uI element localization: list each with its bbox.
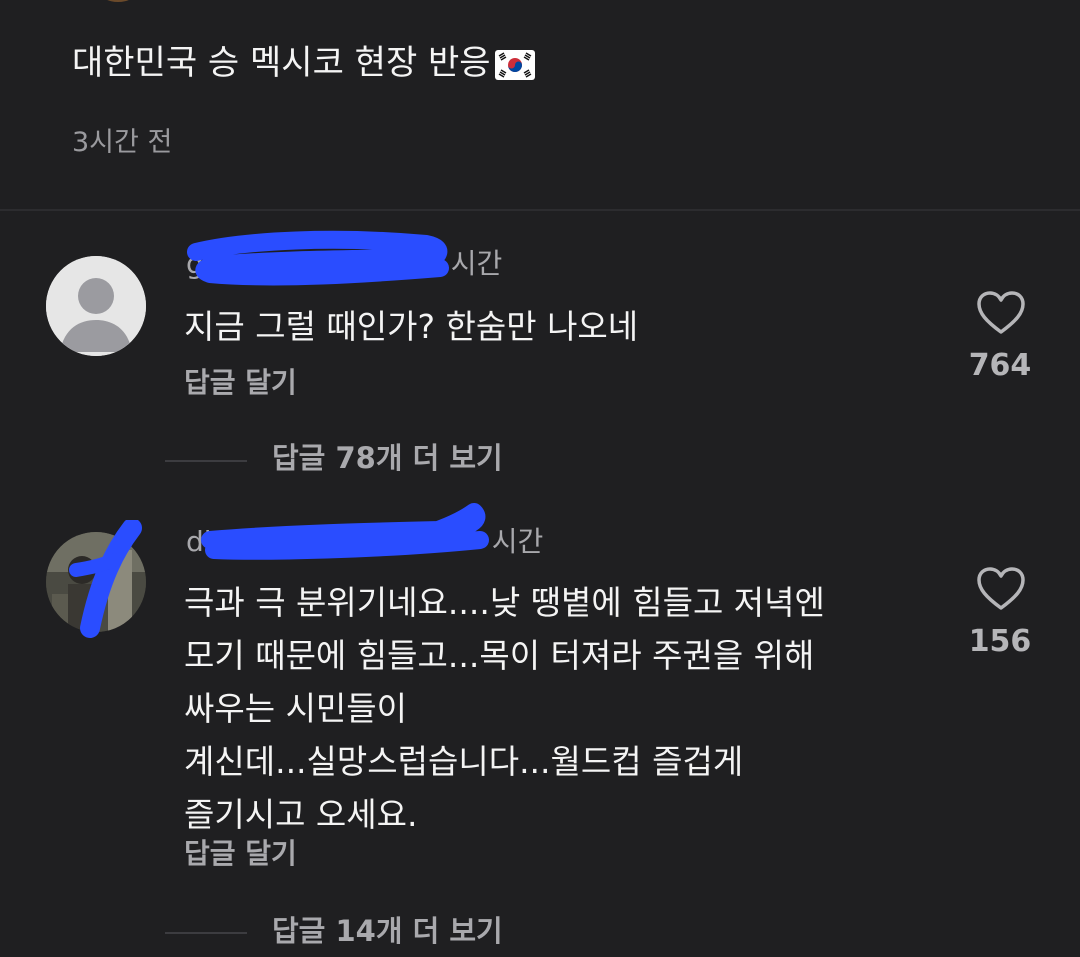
top-avatar-peek [100, 0, 136, 2]
default-user-avatar-icon [46, 256, 146, 356]
post-caption: 대한민국 승 멕시코 현장 반응 [72, 40, 535, 86]
heart-icon[interactable] [976, 566, 1026, 612]
post-caption-text: 대한민국 승 멕시코 현장 반응 [72, 43, 491, 83]
comment-2-username[interactable]: dia 시간 [186, 524, 543, 560]
view-replies-line [165, 460, 247, 462]
south-korea-flag-icon [494, 50, 535, 80]
comment-2-text: 극과 극 분위기네요....낮 땡볕에 힘들고 저녁엔 모기 때문에 힘들고..… [184, 576, 944, 841]
comment-1-username[interactable]: g 시간 [186, 246, 502, 282]
comment-1-reply-button[interactable]: 답글 달기 [184, 364, 297, 402]
comments-screen: 대한민국 승 멕시코 현장 반응 3시간 전 g 시간 지금 그럴 때인가? 한숨… [0, 0, 1080, 957]
comment-2-time: 시간 [491, 525, 544, 558]
comment-2-text-line: 싸우는 시민들이 [184, 689, 408, 728]
comment-1-time: 시간 [450, 247, 503, 280]
comment-1-avatar[interactable] [46, 256, 146, 356]
comment-2-text-line: 극과 극 분위기네요....낮 땡볕에 힘들고 저녁엔 [184, 583, 825, 622]
photo-avatar-icon [46, 532, 146, 632]
comment-2-view-replies-button[interactable]: 답글 14개 더 보기 [272, 911, 503, 951]
comment-2-text-line: 계신데...실망스럽습니다...월드컵 즐겁게 [184, 742, 744, 781]
comment-2-text-line: 모기 때문에 힘들고...목이 터져라 주권을 위해 [184, 636, 815, 675]
comment-1-view-replies-button[interactable]: 답글 78개 더 보기 [272, 438, 503, 478]
comment-2-avatar[interactable] [46, 532, 146, 632]
comment-1-text: 지금 그럴 때인가? 한숨만 나오네 [184, 307, 639, 346]
heart-icon[interactable] [976, 290, 1026, 336]
comment-2-text-line: 즐기시고 오세요. [184, 795, 418, 834]
comment-2-like-count: 156 [968, 624, 1032, 659]
comment-2-username-text: dia [186, 525, 229, 558]
comment-1-username-text: g [186, 247, 204, 280]
comment-2-reply-button[interactable]: 답글 달기 [184, 835, 297, 873]
section-divider [0, 209, 1080, 211]
post-timestamp: 3시간 전 [72, 127, 173, 158]
comment-1-like-count: 764 [968, 348, 1032, 383]
view-replies-line [165, 932, 247, 934]
